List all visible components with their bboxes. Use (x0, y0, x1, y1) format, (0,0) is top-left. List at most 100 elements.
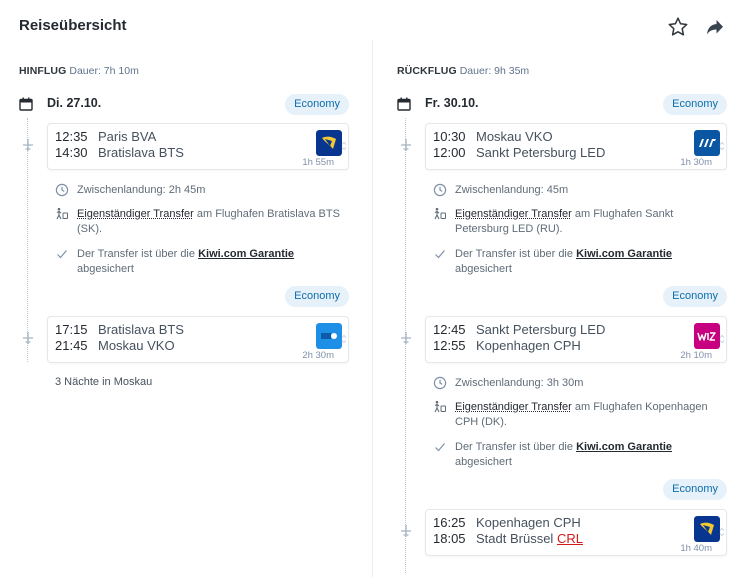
plane-icon (23, 332, 33, 344)
arrival-time: 14:30 (55, 145, 88, 160)
chevron-icon (719, 141, 725, 151)
class-badge: Economy (663, 94, 727, 115)
clock-icon (55, 183, 69, 197)
plane-icon (23, 139, 33, 151)
departure-place: Moskau VKO (476, 129, 553, 144)
guarantee-info: Der Transfer ist über die Kiwi.com Garan… (433, 247, 727, 277)
departure-place: Kopenhagen CPH (476, 515, 581, 530)
departure-place: Bratislava BTS (98, 322, 184, 337)
flight-segment[interactable]: 12:35 Paris BVA 14:30 Bratislava BTS 1h 55… (47, 123, 349, 170)
calendar-icon (19, 97, 33, 111)
guarantee-text-end: abgesichert (455, 263, 512, 275)
outbound-date-row: Di. 27.10. Economy (19, 93, 349, 117)
arrival-time: 12:00 (433, 145, 466, 160)
chevron-icon (341, 334, 347, 344)
inbound-date: Fr. 30.10. (425, 96, 479, 110)
segment-duration: 2h 10m (680, 350, 712, 361)
outbound-header: HINFLUG Dauer: 7h 10m (19, 65, 139, 77)
timeline (405, 118, 406, 573)
clock-icon (433, 376, 447, 390)
segment-duration: 1h 40m (680, 543, 712, 554)
outbound-date: Di. 27.10. (47, 96, 102, 110)
walking-luggage-icon (434, 207, 446, 220)
chevron-icon (341, 141, 347, 151)
share-icon[interactable] (703, 15, 727, 39)
class-badge: Economy (285, 94, 349, 115)
wizz-logo (694, 323, 720, 349)
class-badge: Economy (285, 286, 349, 307)
star-icon[interactable] (666, 15, 690, 39)
departure-time: 16:25 (433, 515, 466, 530)
guarantee-link[interactable]: Kiwi.com Garantie (576, 248, 672, 260)
layover-info: Zwischenlandung: 3h 30m (433, 376, 727, 391)
guarantee-info: Der Transfer ist über die Kiwi.com Garan… (55, 247, 349, 277)
inbound-duration: Dauer: 9h 35m (459, 65, 530, 77)
check-icon (57, 250, 67, 259)
guarantee-text: Der Transfer ist über die (77, 248, 199, 260)
outbound-label: HINFLUG (19, 65, 67, 77)
airport-code-link[interactable]: CRL (557, 531, 583, 546)
plane-icon (401, 139, 411, 151)
flight-segment[interactable]: 10:30 Moskau VKO 12:00 Sankt Petersburg LE… (425, 123, 727, 170)
guarantee-text: Der Transfer ist über die (455, 248, 577, 260)
arrival-place: Moskau VKO (98, 338, 175, 353)
arrival-time: 12:55 (433, 338, 466, 353)
arrival-time: 18:05 (433, 531, 466, 546)
page-title: Reiseübersicht (19, 17, 127, 34)
class-badge: Economy (663, 286, 727, 307)
arrival-place: Bratislava BTS (98, 145, 184, 160)
guarantee-text-end: abgesichert (455, 456, 512, 468)
inbound-date-row: Fr. 30.10. Economy (397, 93, 727, 117)
check-icon (435, 443, 445, 452)
inbound-label: RÜCKFLUG (397, 65, 457, 77)
arrival-place: Stadt Brüssel (476, 531, 554, 546)
layover-duration: Zwischenlandung: 45m (455, 184, 569, 196)
calendar-icon (397, 97, 411, 111)
flight-segment[interactable]: 16:25 Kopenhagen CPH 18:05 Stadt Brüssel C… (425, 509, 727, 556)
transfer-link[interactable]: Eigenständiger Transfer (455, 401, 572, 413)
departure-time: 12:35 (55, 129, 88, 144)
departure-time: 12:45 (433, 322, 466, 337)
segment-duration: 1h 30m (680, 157, 712, 168)
arrival-place: Kopenhagen CPH (476, 338, 581, 353)
guarantee-link[interactable]: Kiwi.com Garantie (198, 248, 294, 260)
ryanair-logo (694, 516, 720, 542)
departure-place: Paris BVA (98, 129, 157, 144)
transfer-link[interactable]: Eigenständiger Transfer (455, 208, 572, 220)
transfer-info: Eigenständiger Transfer am Flughafen Kop… (433, 400, 727, 430)
plane-icon (401, 332, 411, 344)
transfer-info: Eigenständiger Transfer am Flughafen San… (433, 207, 727, 237)
walking-luggage-icon (434, 400, 446, 413)
flight-segment[interactable]: 12:45 Sankt Petersburg LED 12:55 Kopenhage… (425, 316, 727, 363)
walking-luggage-icon (56, 207, 68, 220)
plane-icon (401, 525, 411, 537)
guarantee-info: Der Transfer ist über die Kiwi.com Garan… (433, 440, 727, 470)
departure-time: 10:30 (433, 129, 466, 144)
layover-duration: Zwischenlandung: 3h 30m (455, 377, 584, 389)
column-divider (372, 40, 373, 577)
nights-info: 3 Nächte in Moskau (55, 376, 153, 388)
layover-info: Zwischenlandung: 2h 45m (55, 183, 349, 198)
timeline (27, 118, 28, 362)
segment-duration: 1h 55m (302, 157, 334, 168)
departure-time: 17:15 (55, 322, 88, 337)
arrival-place: Sankt Petersburg LED (476, 145, 606, 160)
transfer-link[interactable]: Eigenständiger Transfer (77, 208, 194, 220)
utair-logo (694, 130, 720, 156)
arrival-time: 21:45 (55, 338, 88, 353)
check-icon (435, 250, 445, 259)
guarantee-link[interactable]: Kiwi.com Garantie (576, 441, 672, 453)
transfer-info: Eigenständiger Transfer am Flughafen Bra… (55, 207, 349, 237)
departure-place: Sankt Petersburg LED (476, 322, 606, 337)
layover-info: Zwischenlandung: 45m (433, 183, 727, 198)
chevron-icon (719, 334, 725, 344)
outbound-duration: Dauer: 7h 10m (69, 65, 139, 77)
segment-duration: 2h 30m (302, 350, 334, 361)
ryanair-logo (316, 130, 342, 156)
chevron-icon (719, 527, 725, 537)
guarantee-text-end: abgesichert (77, 263, 134, 275)
guarantee-text: Der Transfer ist über die (455, 441, 577, 453)
clock-icon (433, 183, 447, 197)
flight-segment[interactable]: 17:15 Bratislava BTS 21:45 Moskau VKO 2h 3… (47, 316, 349, 363)
class-badge: Economy (663, 479, 727, 500)
